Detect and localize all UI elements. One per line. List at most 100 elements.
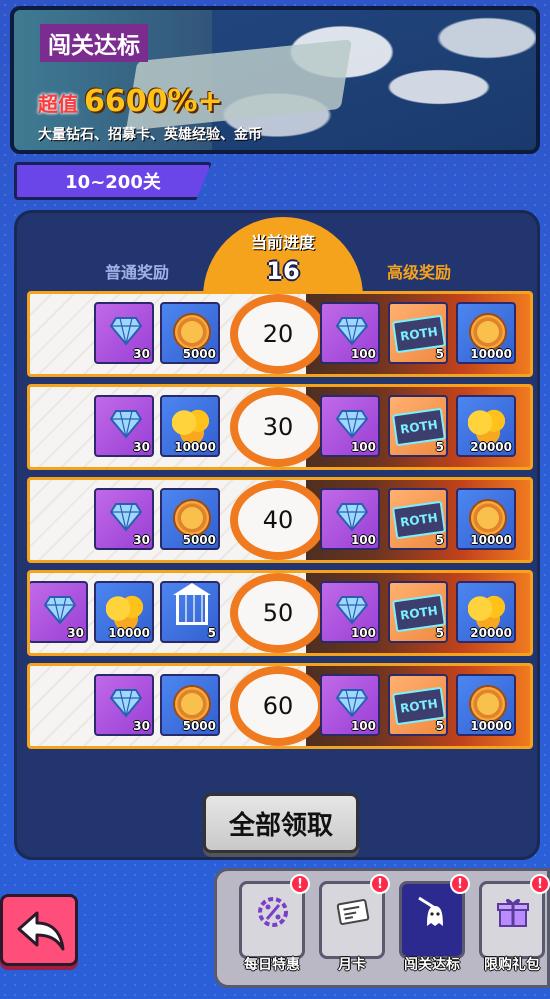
reward-quantity: 100 (350, 626, 376, 640)
progress-value: 16 (266, 257, 300, 285)
reward-item[interactable]: 10000 (456, 488, 516, 550)
range-tab[interactable]: 10~200关 (14, 162, 212, 200)
reward-quantity: 100 (350, 533, 376, 547)
reward-item[interactable]: 100 (320, 395, 380, 457)
reward-row[interactable]: 30 30 10000 100 ROTH 5 20000 (27, 384, 533, 470)
reward-quantity: 5 (435, 533, 444, 547)
coin-icon (173, 685, 211, 723)
reward-quantity: 10000 (470, 347, 512, 361)
stage-number: 50 (230, 573, 326, 653)
reward-quantity: 30 (133, 440, 150, 454)
notification-badge: ! (450, 874, 470, 894)
premium-rewards: 100 ROTH 5 10000 (320, 488, 516, 550)
reward-quantity: 5 (435, 440, 444, 454)
back-button[interactable] (0, 894, 78, 966)
reward-quantity: 30 (133, 533, 150, 547)
reward-quantity: 5000 (182, 347, 216, 361)
progress-label: 当前进度 (250, 233, 315, 252)
normal-rewards: 30 5000 (94, 674, 220, 736)
stage-number: 20 (230, 294, 326, 374)
notification-badge: ! (530, 874, 550, 894)
reward-quantity: 30 (133, 719, 150, 733)
tab-label: 每日特惠 (244, 957, 300, 973)
reward-item[interactable]: 5000 (160, 488, 220, 550)
reward-item[interactable]: 10000 (160, 395, 220, 457)
claim-all-button[interactable]: 全部领取 (203, 793, 359, 853)
reward-quantity: 5 (435, 719, 444, 733)
premium-rewards: 100 ROTH 5 20000 (320, 395, 516, 457)
tab-stage-goals[interactable]: ! 闯关达标 (399, 874, 470, 973)
reward-quantity: 30 (67, 626, 84, 640)
gold-pile-icon (172, 409, 212, 443)
tab-daily-deals[interactable]: ! 每日特惠 (239, 874, 310, 973)
event-banner: 闯关达标 超值 6600%+ 大量钻石、招募卡、英雄经验、金币 (10, 6, 540, 154)
reward-item[interactable]: 30 (94, 302, 154, 364)
reward-item[interactable]: 100 (320, 674, 380, 736)
reward-quantity: 5 (435, 347, 444, 361)
gold-pile-icon (106, 595, 146, 629)
reward-item[interactable]: 30 (94, 395, 154, 457)
coin-icon (173, 313, 211, 351)
notification-badge: ! (370, 874, 390, 894)
reward-quantity: 100 (350, 719, 376, 733)
reward-rows-list[interactable]: 20 30 5000 100 ROTH 5 10000 30 30 10000 100 ROTH 5 20… (27, 291, 533, 791)
tab-monthly-card[interactable]: ! 月卡 (319, 874, 390, 973)
reward-item[interactable]: 10000 (456, 674, 516, 736)
bottom-nav: ! 每日特惠! 月卡! 闯关达标! 限购礼包 (214, 868, 550, 988)
banner-description: 大量钻石、招募卡、英雄经验、金币 (38, 127, 262, 143)
reward-item[interactable]: 10000 (94, 581, 154, 643)
reward-quantity: 100 (350, 440, 376, 454)
stage-number: 30 (230, 387, 326, 467)
reward-row[interactable]: 60 30 5000 100 ROTH 5 10000 (27, 663, 533, 749)
tab-label: 闯关达标 (404, 957, 460, 973)
reward-item[interactable]: 100 (320, 581, 380, 643)
banner-title: 闯关达标 (40, 24, 148, 62)
reward-quantity: 5 (435, 626, 444, 640)
coin-icon (173, 499, 211, 537)
reward-quantity: 5 (207, 626, 216, 640)
normal-rewards: 30 10000 (94, 395, 220, 457)
reward-item[interactable]: 10000 (456, 302, 516, 364)
value-label: 超值 (38, 92, 78, 116)
reward-item[interactable]: 5000 (160, 302, 220, 364)
value-number: 6600%+ (84, 84, 223, 119)
tab-limited-packs[interactable]: ! 限购礼包 (479, 874, 550, 973)
reward-quantity: 10000 (470, 533, 512, 547)
reward-quantity: 30 (133, 347, 150, 361)
reward-quantity: 10000 (108, 626, 150, 640)
reward-item[interactable]: 30 (94, 488, 154, 550)
coin-icon (469, 685, 507, 723)
normal-rewards-header: 普通奖励 (105, 263, 170, 282)
normal-rewards: 30 5000 (94, 302, 220, 364)
coin-icon (469, 499, 507, 537)
reward-item[interactable]: ROTH 5 (388, 581, 448, 643)
reward-quantity: 5000 (182, 533, 216, 547)
reward-quantity: 10000 (174, 440, 216, 454)
back-arrow-icon (17, 911, 65, 951)
reward-item[interactable]: 20000 (456, 395, 516, 457)
stage-number: 60 (230, 666, 326, 746)
reward-row[interactable]: 50 30 10000 5 100 ROTH 5 20000 (27, 570, 533, 656)
reward-item[interactable]: 30 (94, 674, 154, 736)
reward-quantity: 5000 (182, 719, 216, 733)
reward-item[interactable]: ROTH 5 (388, 395, 448, 457)
reward-quantity: 20000 (470, 440, 512, 454)
reward-item[interactable]: 5 (160, 581, 220, 643)
reward-item[interactable]: ROTH 5 (388, 488, 448, 550)
reward-item[interactable]: 100 (320, 488, 380, 550)
normal-rewards: 30 5000 (94, 488, 220, 550)
reward-quantity: 10000 (470, 719, 512, 733)
reward-item[interactable]: 5000 (160, 674, 220, 736)
reward-row[interactable]: 20 30 5000 100 ROTH 5 10000 (27, 291, 533, 377)
reward-item[interactable]: ROTH 5 (388, 674, 448, 736)
tab-label: 限购礼包 (484, 957, 540, 973)
reward-row[interactable]: 40 30 5000 100 ROTH 5 10000 (27, 477, 533, 563)
reward-item[interactable]: ROTH 5 (388, 302, 448, 364)
reward-item[interactable]: 20000 (456, 581, 516, 643)
gold-pile-icon (468, 595, 508, 629)
reward-item[interactable]: 100 (320, 302, 380, 364)
reward-quantity: 100 (350, 347, 376, 361)
premium-rewards: 100 ROTH 5 10000 (320, 674, 516, 736)
coin-icon (469, 313, 507, 351)
reward-item[interactable]: 30 (30, 581, 88, 643)
